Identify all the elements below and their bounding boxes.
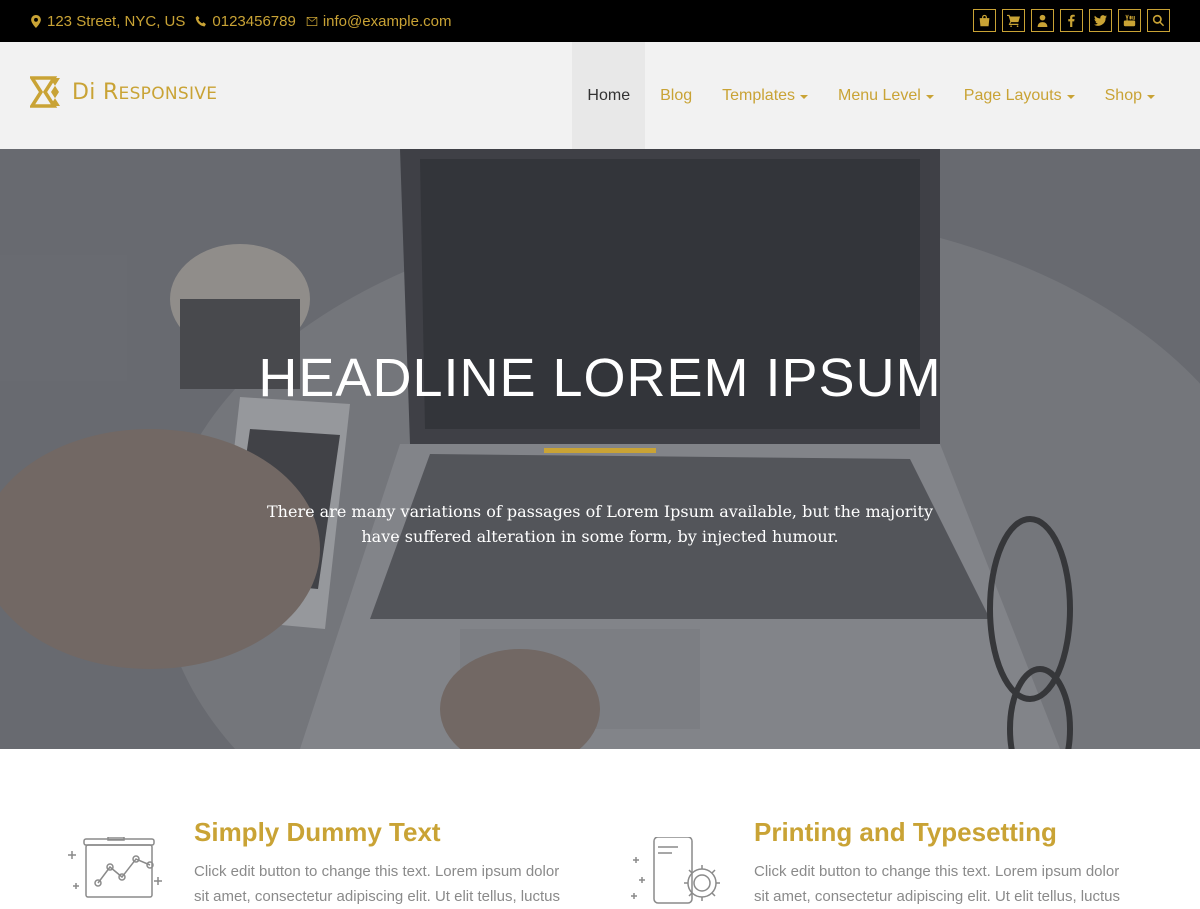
phone-text: 0123456789 xyxy=(212,12,296,30)
facebook-button[interactable] xyxy=(1060,9,1083,32)
mobile-gear-icon xyxy=(631,837,720,904)
feature-title: Simply Dummy Text xyxy=(194,817,441,847)
nav-shop[interactable]: Shop xyxy=(1090,42,1170,149)
facebook-icon xyxy=(1068,14,1075,27)
nav-menu-level-label: Menu Level xyxy=(838,86,921,104)
cart-button[interactable] xyxy=(1002,9,1025,32)
shopping-bag-icon xyxy=(979,14,990,27)
phone-icon xyxy=(196,15,207,26)
nav-shop-label: Shop xyxy=(1104,86,1142,104)
email-item[interactable]: info@example.com xyxy=(306,13,452,30)
top-bar: 123 Street, NYC, US 0123456789 info@exam… xyxy=(0,0,1200,42)
shopping-bag-button[interactable] xyxy=(973,9,996,32)
nav-menu-level[interactable]: Menu Level xyxy=(823,42,949,149)
social-icons xyxy=(973,9,1170,32)
search-icon xyxy=(1152,14,1165,27)
nav-home-label: Home xyxy=(587,86,631,104)
envelope-icon xyxy=(306,16,318,26)
contact-info: 123 Street, NYC, US 0123456789 info@exam… xyxy=(30,0,451,42)
logo-text: Di RESPONSIVE xyxy=(72,80,217,105)
logo-text-rest: ESPONSIVE xyxy=(118,83,218,104)
phone-item: 0123456789 xyxy=(195,12,296,30)
address-text: 123 Street, NYC, US xyxy=(47,12,186,30)
caret-down-icon xyxy=(800,94,809,99)
feature-item: Printing and Typesetting Click edit butt… xyxy=(628,817,1128,907)
nav-templates[interactable]: Templates xyxy=(707,42,823,149)
logo-sigma-icon xyxy=(30,76,60,108)
twitter-button[interactable] xyxy=(1089,9,1112,32)
youtube-button[interactable] xyxy=(1118,9,1141,32)
caret-down-icon xyxy=(1066,94,1075,99)
logo-text-initial: Di R xyxy=(72,79,119,105)
cart-icon xyxy=(1007,14,1020,27)
site-logo[interactable]: Di RESPONSIVE xyxy=(30,75,217,109)
features-section: Simply Dummy Text Click edit button to c… xyxy=(0,749,1200,905)
chart-board-icon xyxy=(68,837,162,898)
feature-item: Simply Dummy Text Click edit button to c… xyxy=(68,817,568,907)
main-nav: Home Blog Templates Menu Level Page Layo… xyxy=(572,42,1170,149)
feature-description: Click edit button to change this text. L… xyxy=(194,863,560,905)
caret-down-icon xyxy=(1147,94,1155,99)
search-button[interactable] xyxy=(1147,9,1170,32)
twitter-icon xyxy=(1094,15,1107,26)
hero-divider xyxy=(544,448,656,453)
email-text[interactable]: info@example.com xyxy=(323,13,452,30)
nav-templates-label: Templates xyxy=(722,86,796,104)
feature-title: Printing and Typesetting xyxy=(754,817,1057,847)
feature-description: Click edit button to change this text. L… xyxy=(754,863,1120,905)
nav-blog-label: Blog xyxy=(660,86,693,104)
hero-text: There are many variations of passages of… xyxy=(267,502,933,546)
site-header: Di RESPONSIVE Home Blog Templates Menu L… xyxy=(0,42,1200,149)
hero-section: HEADLINE LOREM IPSUM There are many vari… xyxy=(0,149,1200,749)
user-button[interactable] xyxy=(1031,9,1054,32)
map-marker-icon xyxy=(31,14,41,28)
address-item: 123 Street, NYC, US xyxy=(30,13,185,30)
caret-down-icon xyxy=(925,94,934,99)
hero-headline: HEADLINE LOREM IPSUM xyxy=(258,348,942,408)
nav-home[interactable]: Home xyxy=(572,42,646,149)
nav-page-layouts[interactable]: Page Layouts xyxy=(949,42,1090,149)
user-icon xyxy=(1037,14,1048,27)
youtube-icon xyxy=(1123,14,1136,27)
nav-page-layouts-label: Page Layouts xyxy=(963,86,1062,104)
nav-blog[interactable]: Blog xyxy=(645,42,707,149)
